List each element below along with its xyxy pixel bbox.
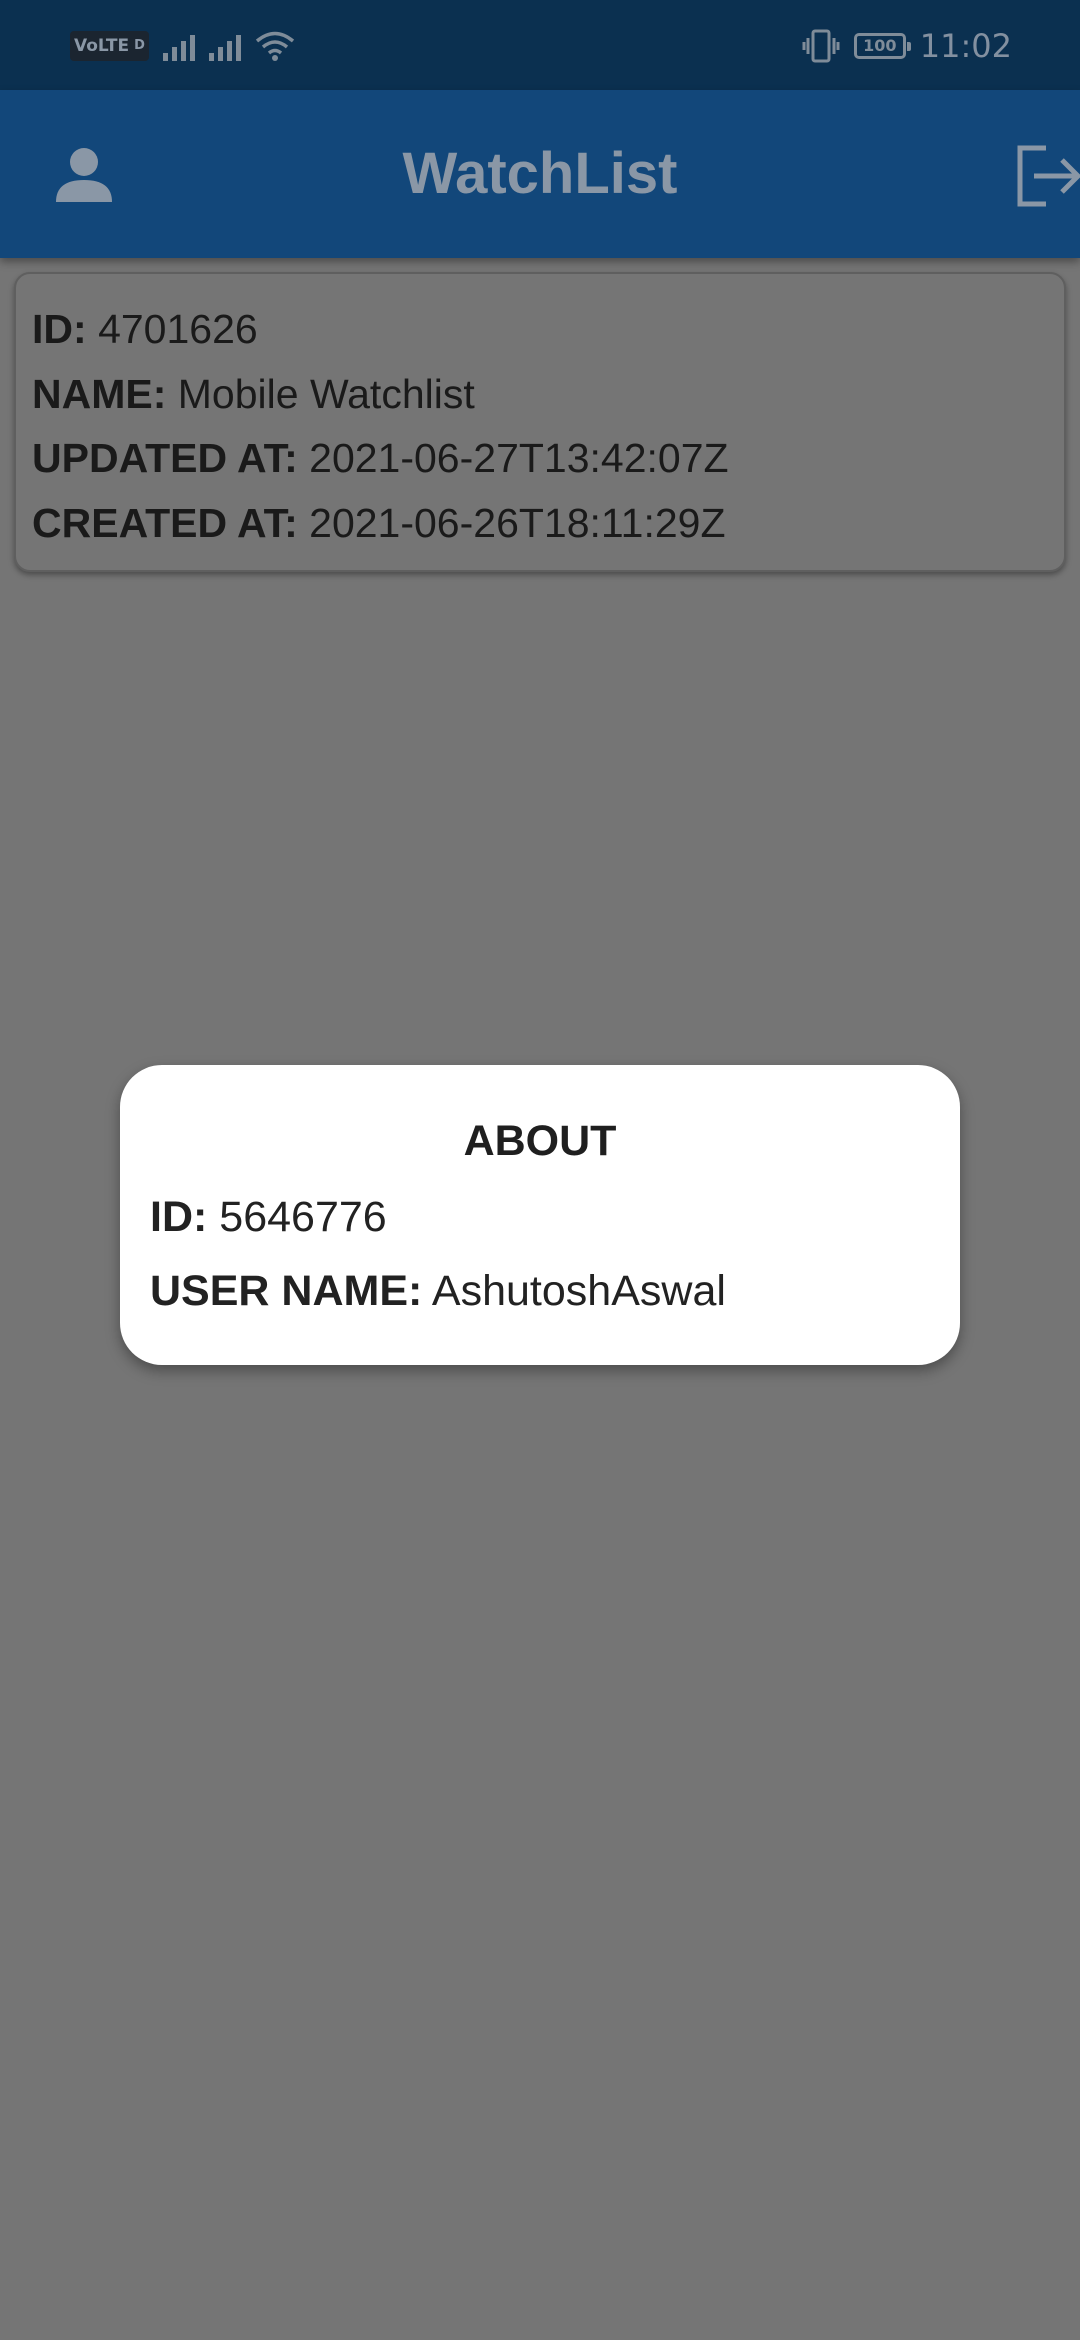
watchlist-updated-row: UPDATED AT: 2021-06-27T13:42:07Z [32, 433, 1064, 498]
status-time: 11:02 [919, 27, 1012, 65]
about-dialog[interactable]: ABOUT ID: 5646776 USER NAME: AshutoshAsw… [120, 1065, 960, 1365]
dialog-username-label: USER NAME: [150, 1267, 423, 1315]
signal-icon [162, 31, 195, 61]
logout-icon[interactable] [1012, 142, 1080, 210]
watchlist-created-label: CREATED AT: [32, 499, 298, 546]
dialog-id-label: ID: [150, 1193, 208, 1241]
dialog-title: ABOUT [463, 1117, 617, 1165]
app-bar: WatchList [0, 90, 1080, 258]
watchlist-name-label: NAME: [32, 370, 167, 417]
watchlist-name-value: Mobile Watchlist [177, 370, 475, 417]
status-bar: VoLTE D 100 11:02 [0, 0, 1080, 90]
wifi-icon [255, 31, 295, 61]
watchlist-id-value: 4701626 [98, 306, 258, 352]
dialog-username-value: AshutoshAswal [431, 1267, 726, 1315]
watchlist-id-row: ID: 4701626 [32, 304, 1064, 369]
watchlist-updated-label: UPDATED AT: [32, 435, 298, 481]
watchlist-card[interactable]: ID: 4701626 NAME: Mobile Watchlist UPDAT… [14, 272, 1066, 572]
vibrate-icon [802, 29, 840, 63]
watchlist-id-label: ID: [32, 306, 87, 352]
signal-icon [208, 31, 241, 61]
battery-icon: 100 [853, 33, 911, 59]
status-bar-left: VoLTE D [70, 28, 295, 64]
dialog-username-row: USER NAME: AshutoshAswal [150, 1267, 726, 1316]
watchlist-name-row: NAME: Mobile Watchlist [32, 369, 1064, 434]
volte-label: VoLTE [74, 36, 130, 56]
dialog-id-value: 5646776 [219, 1193, 387, 1241]
watchlist-created-value: 2021-06-26T18:11:29Z [309, 499, 726, 546]
watchlist-created-row: CREATED AT: 2021-06-26T18:11:29Z [32, 498, 1064, 563]
volte-sub-label: D [134, 38, 145, 53]
dialog-id-row: ID: 5646776 [150, 1193, 387, 1242]
app-title: WatchList [402, 141, 678, 206]
status-bar-right: 100 11:02 [802, 22, 1012, 70]
watchlist-updated-value: 2021-06-27T13:42:07Z [309, 435, 729, 481]
volte-icon: VoLTE D [70, 31, 149, 61]
